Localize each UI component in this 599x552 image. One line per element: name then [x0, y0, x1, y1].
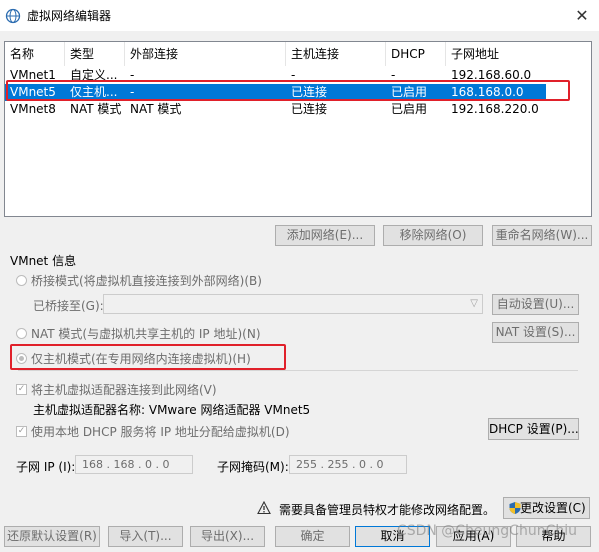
remove-network-button[interactable]: 移除网络(O)	[383, 225, 483, 246]
add-network-button[interactable]: 添加网络(E)...	[275, 225, 375, 246]
virtual-network-editor-window: 虚拟网络编辑器 ✕ 名称 类型 外部连接 主机连接 DHCP 子网地址 VMne…	[0, 0, 599, 552]
cell-dhcp: 已启用	[391, 85, 428, 99]
chevron-down-icon: ▽	[470, 298, 478, 309]
subnet-mask-field[interactable]: 255 . 255 . 0 . 0	[289, 455, 407, 474]
cell-external: -	[130, 85, 135, 99]
cell-subnet: 192.168.60.0	[451, 68, 532, 82]
admin-notice: 需要具备管理员特权才能修改网络配置。	[279, 503, 496, 517]
cell-external: -	[130, 68, 135, 82]
close-button[interactable]: ✕	[573, 6, 591, 25]
connect-adapter-checkbox[interactable]: ✓ 将主机虚拟适配器连接到此网络(V)	[16, 381, 217, 398]
column-header-dhcp[interactable]: DHCP	[386, 42, 446, 66]
dhcp-settings-button[interactable]: DHCP 设置(P)...	[488, 418, 579, 440]
cell-type: NAT 模式	[70, 102, 122, 116]
restore-defaults-button[interactable]: 还原默认设置(R)	[4, 526, 100, 547]
column-header-subnet[interactable]: 子网地址	[446, 42, 546, 66]
bridged-mode-radio[interactable]: 桥接模式(将虚拟机直接连接到外部网络)(B)	[16, 272, 262, 289]
export-button[interactable]: 导出(X)...	[190, 526, 265, 547]
dhcp-checkbox-label: 使用本地 DHCP 服务将 IP 地址分配给虚拟机(D)	[31, 425, 290, 439]
checkbox-box: ✓	[16, 384, 27, 395]
ok-button[interactable]: 确定	[275, 526, 350, 547]
divider	[18, 370, 578, 371]
column-header-name[interactable]: 名称	[5, 42, 65, 66]
table-row[interactable]: VMnet8 NAT 模式 NAT 模式 已连接 已启用 192.168.220…	[5, 101, 546, 118]
network-editor-icon	[5, 8, 21, 24]
title-bar: 虚拟网络编辑器 ✕	[0, 0, 599, 31]
checkbox-box: ✓	[16, 426, 27, 437]
network-list[interactable]: 名称 类型 外部连接 主机连接 DHCP 子网地址 VMnet1 自定义... …	[4, 41, 592, 217]
cell-subnet: 192.168.220.0	[451, 102, 539, 116]
cell-subnet: 168.168.0.0	[451, 85, 524, 99]
cell-dhcp: -	[391, 68, 396, 82]
subnet-ip-label: 子网 IP (I):	[16, 460, 76, 474]
cell-host: 已连接	[291, 102, 328, 116]
cell-name: VMnet5	[10, 85, 56, 99]
warning-icon	[257, 500, 271, 515]
host-only-mode-radio[interactable]: 仅主机模式(在专用网络内连接虚拟机)(H)	[16, 350, 251, 367]
radio-circle	[16, 328, 27, 339]
bridged-to-label: 已桥接至(G):	[33, 299, 104, 313]
list-header: 名称 类型 外部连接 主机连接 DHCP 子网地址	[5, 42, 591, 66]
window-title: 虚拟网络编辑器	[27, 9, 112, 23]
bridged-to-select[interactable]: ▽	[103, 294, 483, 314]
subnet-mask-label: 子网掩码(M):	[217, 460, 289, 474]
dhcp-checkbox[interactable]: ✓ 使用本地 DHCP 服务将 IP 地址分配给虚拟机(D)	[16, 423, 290, 440]
cell-name: VMnet8	[10, 102, 56, 116]
adapter-name-label: 主机虚拟适配器名称: VMware 网络适配器 VMnet5	[33, 403, 311, 417]
bridged-mode-label: 桥接模式(将虚拟机直接连接到外部网络)(B)	[31, 274, 262, 288]
nat-mode-radio[interactable]: NAT 模式(与虚拟机共享主机的 IP 地址)(N)	[16, 325, 261, 342]
table-row[interactable]: VMnet1 自定义... - - - 192.168.60.0	[5, 67, 546, 84]
host-only-mode-label: 仅主机模式(在专用网络内连接虚拟机)(H)	[31, 352, 251, 366]
auto-settings-button[interactable]: 自动设置(U)...	[492, 294, 579, 315]
column-header-type[interactable]: 类型	[65, 42, 125, 66]
radio-circle	[16, 275, 27, 286]
cell-external: NAT 模式	[130, 102, 182, 116]
import-button[interactable]: 导入(T)...	[108, 526, 183, 547]
uac-shield-icon	[508, 501, 522, 515]
cell-type: 自定义...	[70, 68, 118, 82]
table-row-selected[interactable]: VMnet5 仅主机... - 已连接 已启用 168.168.0.0	[5, 84, 546, 101]
vmnet-info-label: VMnet 信息	[10, 254, 77, 268]
cell-dhcp: 已启用	[391, 102, 428, 116]
connect-adapter-label: 将主机虚拟适配器连接到此网络(V)	[31, 383, 217, 397]
cell-host: 已连接	[291, 85, 328, 99]
subnet-ip-field[interactable]: 168 . 168 . 0 . 0	[75, 455, 193, 474]
watermark: CSDN @CheungChunChiu	[396, 523, 577, 539]
radio-circle-checked	[16, 353, 27, 364]
column-header-external[interactable]: 外部连接	[125, 42, 286, 66]
nat-settings-button[interactable]: NAT 设置(S)...	[492, 322, 579, 343]
cell-host: -	[291, 68, 296, 82]
nat-mode-label: NAT 模式(与虚拟机共享主机的 IP 地址)(N)	[31, 327, 261, 341]
change-settings-label: 更改设置(C)	[520, 501, 586, 515]
cell-name: VMnet1	[10, 68, 56, 82]
column-header-host[interactable]: 主机连接	[286, 42, 386, 66]
cell-type: 仅主机...	[70, 85, 118, 99]
rename-network-button[interactable]: 重命名网络(W)...	[492, 225, 592, 246]
